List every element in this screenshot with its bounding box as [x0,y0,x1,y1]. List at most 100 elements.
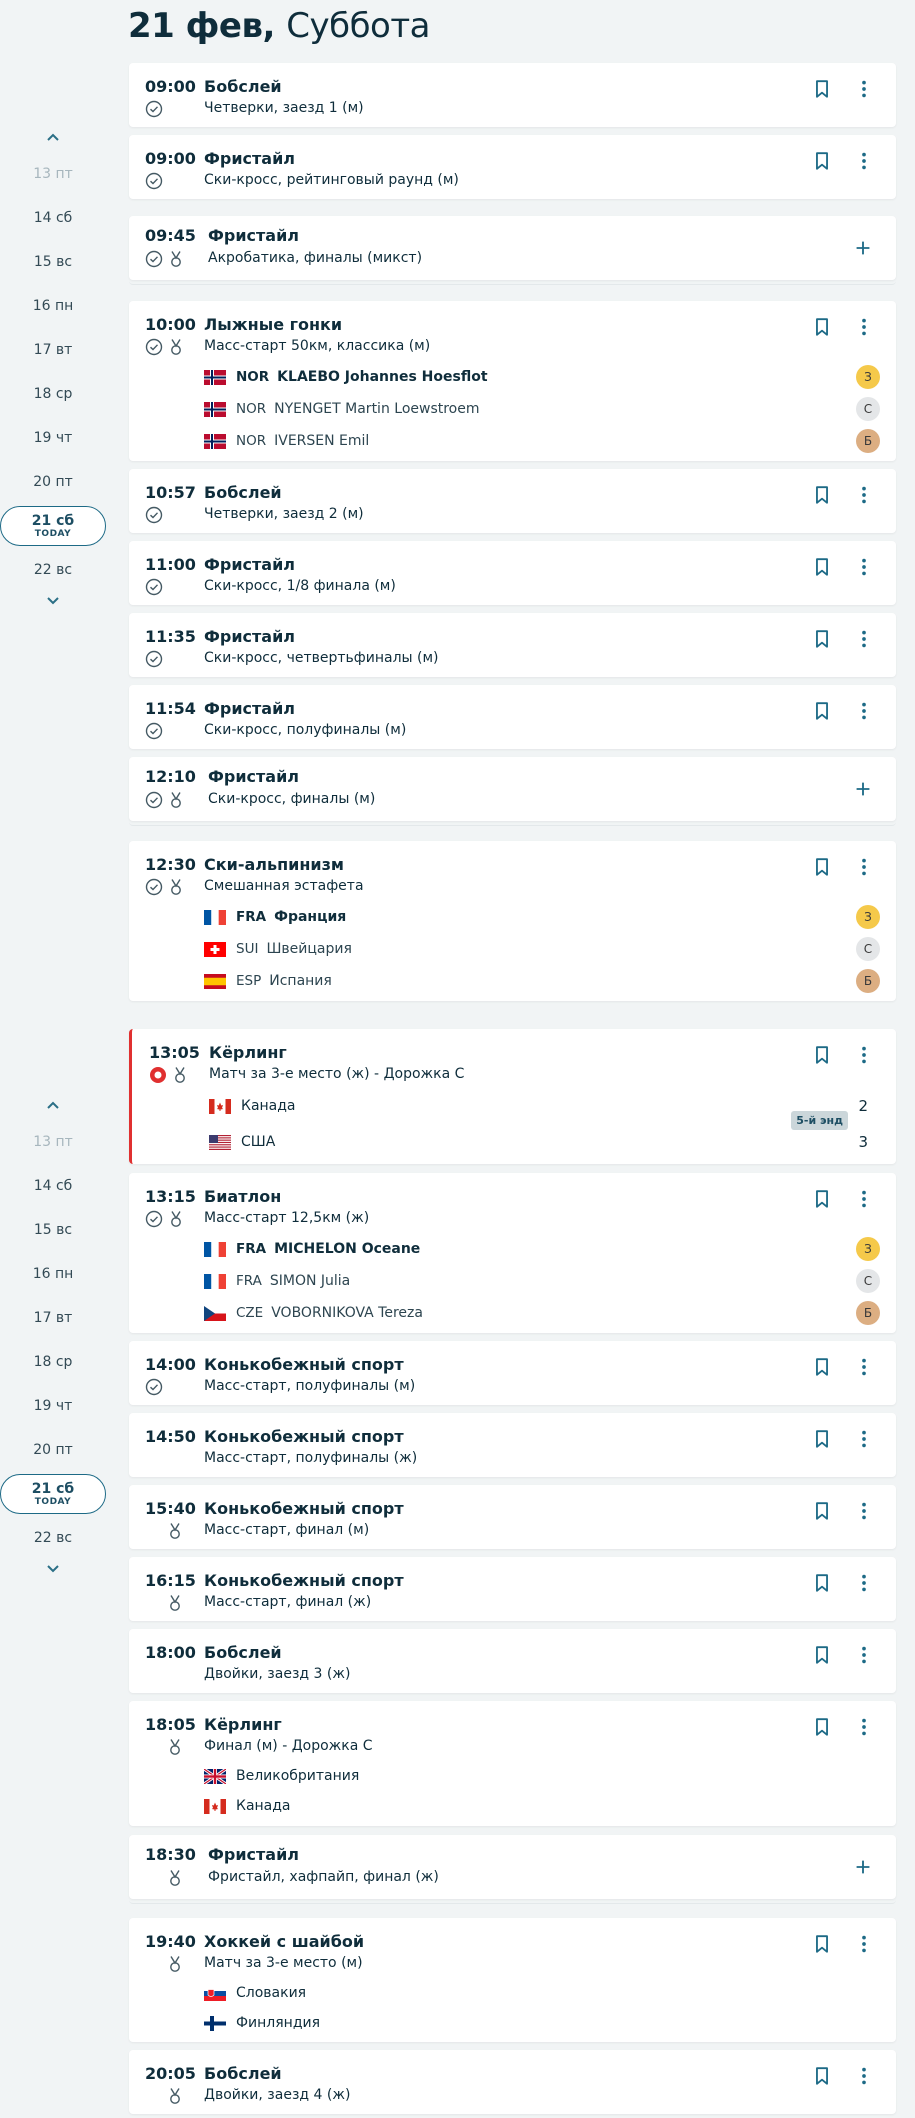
sidebar-day[interactable]: 13 пт [0,152,106,196]
bookmark-icon[interactable] [810,483,834,507]
sidebar-day[interactable]: 15 вс [0,240,106,284]
more-vertical-icon[interactable] [852,627,876,651]
event-card[interactable]: 11:35 Фристайл Ски-кросс, четвертьфиналы… [129,613,896,677]
event-name: Финал (м) - Дорожка C [204,1738,373,1754]
event-card-group[interactable]: 12:10 Фристайл Ски-кросс, финалы (м) [129,757,896,826]
check-circle-icon [145,650,163,668]
sidebar-day[interactable]: 17 вт [0,328,106,372]
expand-plus-icon[interactable] [850,235,876,261]
date-label: 21 фев, [128,6,275,46]
sidebar-day[interactable]: 22 вс [0,1516,106,1560]
bookmark-icon[interactable] [810,627,834,651]
sidebar-day[interactable]: 18 ср [0,1340,106,1384]
bookmark-icon[interactable] [810,77,834,101]
bookmark-icon[interactable] [810,149,834,173]
more-vertical-icon[interactable] [852,149,876,173]
event-sport: Конькобежный спорт [204,1499,404,1518]
more-vertical-icon[interactable] [852,483,876,507]
event-card[interactable]: 18:05 Кёрлинг Финал (м) - Дорожка C Вели… [129,1701,896,1826]
chevron-down-icon[interactable] [0,1560,106,1582]
sidebar-day[interactable]: 20 пт [0,1428,106,1472]
more-vertical-icon[interactable] [852,1932,876,1956]
bookmark-icon[interactable] [810,855,834,879]
bookmark-icon[interactable] [810,2064,834,2088]
sidebar-day[interactable]: 20 пт [0,460,106,504]
more-vertical-icon[interactable] [852,1043,876,1067]
event-card[interactable]: 18:00 Бобслей Двойки, заезд 3 (ж) [129,1629,896,1693]
event-card[interactable]: 15:40 Конькобежный спорт Масс-старт, фин… [129,1485,896,1549]
gold-medal-badge: З [856,1237,880,1261]
flag-finland-icon [204,2016,226,2031]
event-card[interactable]: 11:54 Фристайл Ски-кросс, полуфиналы (м) [129,685,896,749]
sidebar-day[interactable]: 15 вс [0,1208,106,1252]
event-card[interactable]: 20:05 Бобслей Двойки, заезд 4 (ж) [129,2050,896,2114]
sidebar-day[interactable]: 16 пн [0,284,106,328]
chevron-down-icon[interactable] [0,592,106,614]
bronze-medal-badge: Б [856,969,880,993]
event-name: Ски-кросс, рейтинговый раунд (м) [204,172,459,188]
event-card[interactable]: 16:15 Конькобежный спорт Масс-старт, фин… [129,1557,896,1621]
bookmark-icon[interactable] [810,1499,834,1523]
bookmark-icon[interactable] [810,1427,834,1451]
event-card[interactable]: 10:00 Лыжные гонки Масс-старт 50км, клас… [129,301,896,461]
sidebar-day[interactable]: 13 пт [0,1120,106,1164]
event-card[interactable]: 13:15 Биатлон Масс-старт 12,5км (ж) FRA … [129,1173,896,1333]
more-vertical-icon[interactable] [852,855,876,879]
sidebar-day[interactable]: 14 сб [0,196,106,240]
event-card[interactable]: 10:57 Бобслей Четверки, заезд 2 (м) [129,469,896,533]
more-vertical-icon[interactable] [852,1499,876,1523]
bookmark-icon[interactable] [810,1355,834,1379]
event-time: 10:57 [145,483,196,502]
flag-norway-icon [204,434,226,449]
sidebar-day[interactable]: 22 вс [0,548,106,592]
event-card[interactable]: 14:50 Конькобежный спорт Масс-старт, пол… [129,1413,896,1477]
more-vertical-icon[interactable] [852,1715,876,1739]
more-vertical-icon[interactable] [852,1643,876,1667]
bookmark-icon[interactable] [810,1043,834,1067]
chevron-up-icon[interactable] [0,1098,106,1120]
more-vertical-icon[interactable] [852,2064,876,2088]
event-name: Смешанная эстафета [204,878,364,894]
sidebar-day-today[interactable]: 21 сб TODAY [0,506,106,546]
sidebar-day[interactable]: 19 чт [0,1384,106,1428]
expand-plus-icon[interactable] [850,776,876,802]
team-name: Канада [236,1798,291,1814]
result-row: FRA SIMON Julia С [204,1269,880,1293]
more-vertical-icon[interactable] [852,1427,876,1451]
expand-plus-icon[interactable] [850,1854,876,1880]
bookmark-icon[interactable] [810,315,834,339]
bookmark-icon[interactable] [810,1715,834,1739]
sidebar-day[interactable]: 16 пн [0,1252,106,1296]
event-card[interactable]: 09:00 Фристайл Ски-кросс, рейтинговый ра… [129,135,896,199]
event-card-group[interactable]: 09:45 Фристайл Акробатика, финалы (микст… [129,216,896,285]
more-vertical-icon[interactable] [852,315,876,339]
sidebar-day[interactable]: 14 сб [0,1164,106,1208]
bookmark-icon[interactable] [810,1932,834,1956]
event-card[interactable]: 09:00 Бобслей Четверки, заезд 1 (м) [129,63,896,127]
event-card-group[interactable]: 18:30 Фристайл Фристайл, хафпайп, финал … [129,1835,896,1904]
more-vertical-icon[interactable] [852,1187,876,1211]
more-vertical-icon[interactable] [852,1355,876,1379]
check-circle-icon [145,250,163,268]
sidebar-day[interactable]: 19 чт [0,416,106,460]
chevron-up-icon[interactable] [0,130,106,152]
live-indicator-icon [149,1066,167,1084]
more-vertical-icon[interactable] [852,1571,876,1595]
sidebar-day-today[interactable]: 21 сб TODAY [0,1474,106,1514]
bookmark-icon[interactable] [810,1571,834,1595]
sidebar-day[interactable]: 18 ср [0,372,106,416]
sidebar-day[interactable]: 17 вт [0,1296,106,1340]
more-vertical-icon[interactable] [852,699,876,723]
event-card[interactable]: 12:30 Ски-альпинизм Смешанная эстафета F… [129,841,896,1001]
result-row: FRA MICHELON Oceane З [204,1237,880,1261]
event-card[interactable]: 11:00 Фристайл Ски-кросс, 1/8 финала (м) [129,541,896,605]
event-card[interactable]: 14:00 Конькобежный спорт Масс-старт, пол… [129,1341,896,1405]
bookmark-icon[interactable] [810,1643,834,1667]
more-vertical-icon[interactable] [852,555,876,579]
event-card-live[interactable]: 13:05 Кёрлинг Матч за 3-е место (ж) - До… [129,1029,896,1164]
bookmark-icon[interactable] [810,1187,834,1211]
event-card[interactable]: 19:40 Хоккей с шайбой Матч за 3-е место … [129,1918,896,2042]
bookmark-icon[interactable] [810,699,834,723]
bookmark-icon[interactable] [810,555,834,579]
more-vertical-icon[interactable] [852,77,876,101]
